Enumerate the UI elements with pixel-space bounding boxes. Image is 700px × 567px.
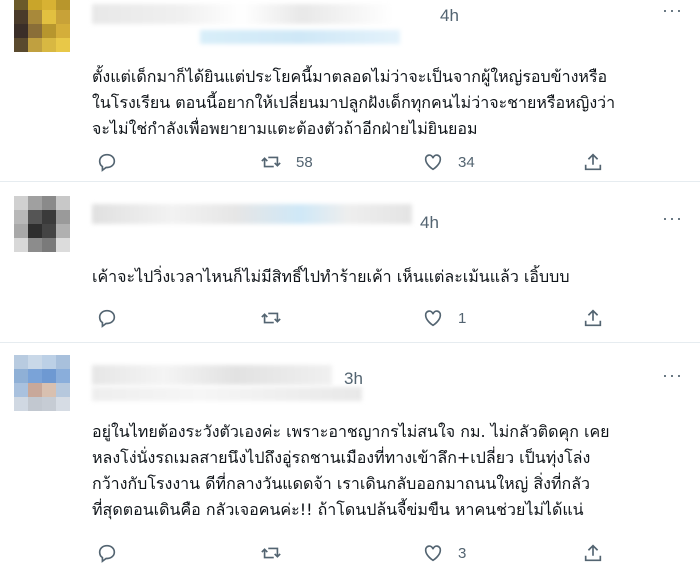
avatar[interactable] xyxy=(14,196,70,252)
retweet-button[interactable]: 58 xyxy=(260,148,313,176)
retweet-button[interactable] xyxy=(260,539,296,567)
tweet-actions: 58 34 xyxy=(92,148,652,176)
tweet-actions: 1 xyxy=(92,304,652,332)
retweet-icon xyxy=(261,156,281,168)
like-count: 1 xyxy=(458,309,467,327)
tweet-text: เค้าจะไปวิ่งเวลาไหนก็ไม่มีสิทธิ์ไปทำร้าย… xyxy=(92,267,570,286)
tweet-actions: 3 xyxy=(92,539,652,567)
retweet-count: 58 xyxy=(296,153,313,171)
share-icon xyxy=(584,544,602,562)
tweet-1: 4h ··· ตั้งแต่เด็กมาก็ได้ยินแต่ประโยคนี้… xyxy=(0,0,700,178)
blurred-handle xyxy=(200,30,400,44)
reply-icon xyxy=(98,309,116,328)
retweet-button[interactable] xyxy=(260,304,296,332)
avatar[interactable] xyxy=(14,0,70,52)
like-button[interactable]: 3 xyxy=(422,539,466,567)
blurred-username xyxy=(92,4,392,24)
retweet-icon xyxy=(261,312,281,324)
share-button[interactable] xyxy=(582,148,604,176)
reply-icon xyxy=(98,544,116,563)
like-count: 34 xyxy=(458,153,475,171)
blurred-username xyxy=(92,365,332,385)
more-icon[interactable]: ··· xyxy=(662,0,683,21)
share-icon xyxy=(584,309,602,327)
tweet-text: อยู่ในไทยต้องระวังตัวเองค่ะ เพราะอาชญากร… xyxy=(92,422,610,519)
timestamp[interactable]: 4h xyxy=(440,6,459,26)
share-icon xyxy=(584,153,602,171)
reply-icon xyxy=(98,153,116,172)
tweet-2: 4h ··· เค้าจะไปวิ่งเวลาไหนก็ไม่มีสิทธิ์ไ… xyxy=(0,182,700,342)
like-count: 3 xyxy=(458,544,467,562)
more-icon[interactable]: ··· xyxy=(662,208,683,229)
tweet-text: ตั้งแต่เด็กมาก็ได้ยินแต่ประโยคนี้มาตลอดไ… xyxy=(92,67,616,138)
retweet-icon xyxy=(261,547,281,559)
reply-button[interactable] xyxy=(96,304,118,332)
more-icon[interactable]: ··· xyxy=(662,365,683,386)
tweet-3: 3h ··· อยู่ในไทยต้องระวังตัวเองค่ะ เพราะ… xyxy=(0,343,700,563)
heart-icon xyxy=(424,310,442,327)
timestamp[interactable]: 4h xyxy=(420,213,439,233)
reply-button[interactable] xyxy=(96,539,118,567)
like-button[interactable]: 34 xyxy=(422,148,475,176)
heart-icon xyxy=(424,545,442,562)
share-button[interactable] xyxy=(582,304,604,332)
share-button[interactable] xyxy=(582,539,604,567)
heart-icon xyxy=(424,154,442,171)
blurred-handle xyxy=(92,387,362,401)
blurred-username xyxy=(92,204,412,224)
like-button[interactable]: 1 xyxy=(422,304,466,332)
reply-button[interactable] xyxy=(96,148,118,176)
avatar[interactable] xyxy=(14,355,70,411)
timestamp[interactable]: 3h xyxy=(344,369,363,389)
